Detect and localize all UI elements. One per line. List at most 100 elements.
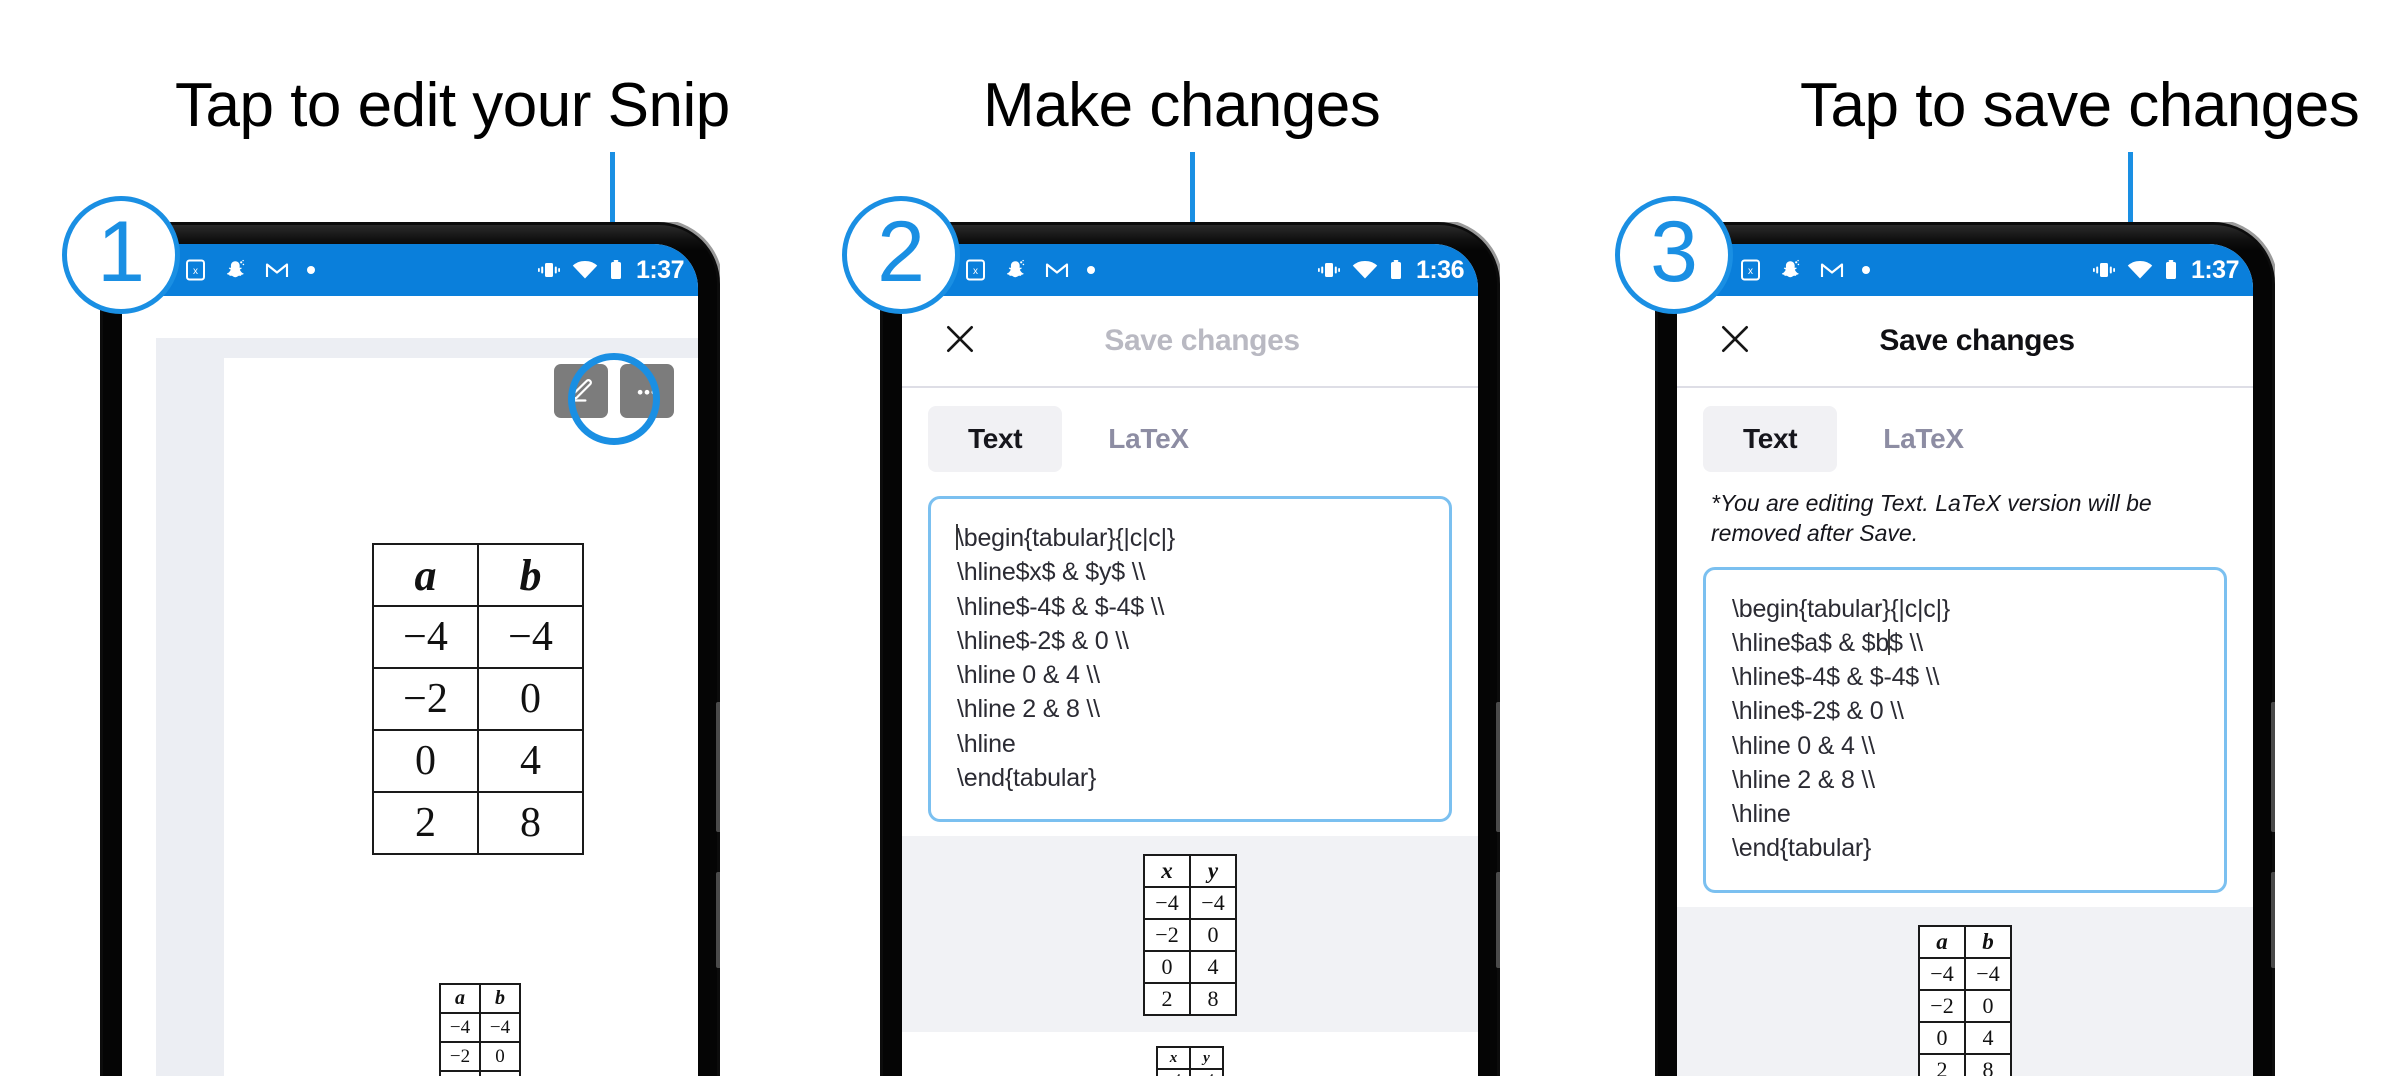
code-line-after-caret: $ \\ [1889, 628, 1924, 657]
save-changes-button-3[interactable]: Save changes [1755, 324, 2215, 358]
table-row: x y [1156, 1046, 1224, 1070]
editor-header-2: Save changes [902, 296, 1478, 388]
save-changes-button-2[interactable]: Save changes [980, 324, 1440, 358]
power-button-3[interactable] [2271, 702, 2275, 832]
step-number-1: 1 [97, 204, 145, 300]
power-button-1[interactable] [716, 702, 720, 832]
phone-mockup-3: x 1:37 Save changes Text LaTeX *You are … [1655, 222, 2275, 1076]
code-line: \hline [957, 729, 1016, 758]
power-button-2[interactable] [1496, 702, 1500, 832]
headline-step-3: Tap to save changes [1800, 71, 2360, 140]
gmail-icon [1820, 263, 1844, 277]
editor-tabs-3: Text LaTeX [1677, 388, 2253, 482]
table-row: −4 −4 [1143, 886, 1237, 920]
close-button-2[interactable] [940, 319, 980, 364]
table-row: 2 8 [1143, 982, 1237, 1016]
code-line: \begin{tabular}{|c|c|} [1732, 594, 1951, 623]
table-cell: −4 [439, 1012, 481, 1043]
table-header-cell: b [1964, 924, 2012, 959]
table-cell: −4 [1918, 956, 1966, 991]
battery-icon [1390, 260, 1401, 279]
table-cell: 4 [477, 729, 584, 793]
svg-text:x: x [193, 266, 198, 277]
pencil-icon [570, 379, 592, 402]
tab-text-2[interactable]: Text [928, 406, 1063, 472]
svg-text:x: x [1748, 266, 1753, 277]
phone-screen-3: x 1:37 Save changes Text LaTeX *You are … [1677, 244, 2253, 1076]
table-cell: 2 [372, 791, 479, 855]
status-bar-2: x 1:36 [902, 244, 1478, 296]
volume-button-1[interactable] [716, 872, 720, 968]
edit-pencil-button[interactable] [554, 364, 608, 418]
status-bar-3: x 1:37 [1677, 244, 2253, 296]
snapchat-icon [227, 259, 245, 278]
snip-secondary-table: a b −4 −4 −2 0 [439, 983, 521, 1076]
table-row: x y [1143, 854, 1237, 888]
latex-code-editor-2[interactable]: \begin{tabular}{|c|c|} \hline$x$ & $y$ \… [928, 496, 1452, 822]
table-cell: −2 [1918, 988, 1966, 1023]
volume-button-2[interactable] [1496, 872, 1500, 968]
table-cell: −4 [477, 605, 584, 669]
code-line: \hline$a$ & $b$ \\ [1732, 626, 2198, 660]
table-cell: −2 [1143, 918, 1191, 952]
sim-card-icon: x [966, 259, 985, 281]
snip-main-table: a b −4 −4 −2 0 0 4 2 8 [372, 543, 584, 855]
table-cell: 4 [1189, 950, 1237, 984]
phone-mockup-1: x 1:37 a b −4 −4 −2 0 0 4 2 8 a b −4 −4 … [100, 222, 720, 1076]
table-cell: −4 [1189, 1068, 1224, 1076]
table-row: 2 8 [1918, 1052, 2012, 1076]
snip-document-view: a b −4 −4 −2 0 0 4 2 8 a b −4 −4 −2 0 [122, 296, 698, 1076]
phone-mockup-2: x 1:36 Save changes Text LaTeX \begin{ta… [880, 222, 1500, 1076]
table-row: −2 0 [439, 1041, 521, 1072]
table-row: −2 0 [1143, 918, 1237, 952]
table-cell: 4 [1964, 1020, 2012, 1055]
snip-canvas: a b −4 −4 −2 0 0 4 2 8 a b −4 −4 −2 0 [156, 338, 698, 1076]
wifi-icon [1352, 261, 1378, 279]
volume-button-3[interactable] [2271, 872, 2275, 968]
table-cell: 8 [477, 791, 584, 855]
table-row: a b [439, 983, 521, 1014]
preview-table-2: x y −4 −4 −2 0 0 4 2 8 [1143, 854, 1237, 1016]
snip-toolbar [554, 364, 674, 418]
preview-area-small-2: x y −4 −4 −2 0 0 4 [902, 1032, 1478, 1076]
table-cell: 2 [1918, 1052, 1966, 1076]
editor-header-3: Save changes [1677, 296, 2253, 388]
code-line: \hline [1732, 800, 1791, 829]
gmail-icon [265, 263, 289, 277]
status-bar-1: x 1:37 [122, 244, 698, 296]
step-number-3: 3 [1650, 204, 1698, 300]
step-badge-1: 1 [62, 196, 180, 314]
table-row: −4 −4 [372, 605, 584, 669]
preview-area-2: x y −4 −4 −2 0 0 4 2 8 [902, 836, 1478, 1032]
table-cell: −4 [479, 1012, 521, 1043]
battery-icon [2165, 260, 2176, 279]
vibrate-icon [2092, 263, 2115, 277]
code-line-before-caret: \hline$a$ & $b [1732, 628, 1890, 657]
preview-table-3: a b −4 −4 −2 0 0 4 2 8 [1918, 924, 2012, 1076]
table-cell: 0 [477, 667, 584, 731]
tab-latex-3[interactable]: LaTeX [1843, 406, 2003, 472]
more-options-button[interactable] [620, 364, 674, 418]
table-row: 0 4 [1143, 950, 1237, 984]
table-header-cell: y [1189, 1046, 1224, 1070]
table-row: a b [1918, 924, 2012, 959]
vibrate-icon [537, 263, 560, 277]
status-bar-time-2: 1:36 [1415, 255, 1465, 284]
code-line: \hline 2 & 8 \\ [957, 695, 1100, 724]
close-button-3[interactable] [1715, 319, 1755, 364]
sim-card-icon: x [186, 259, 205, 281]
table-header-cell: a [1918, 924, 1966, 959]
table-cell: 8 [1964, 1052, 2012, 1076]
table-header-cell: a [439, 983, 481, 1014]
latex-code-editor-3[interactable]: \begin{tabular}{|c|c|} \hline$a$ & $b$ \… [1703, 566, 2227, 893]
code-line: \end{tabular} [1732, 834, 1872, 863]
code-line: \hline$-4$ & $-4$ \\ [1732, 663, 1940, 692]
sim-card-icon: x [1741, 259, 1760, 281]
tab-text-3[interactable]: Text [1703, 406, 1838, 472]
tab-latex-2[interactable]: LaTeX [1068, 406, 1228, 472]
table-header-cell: b [477, 543, 584, 607]
code-line: \hline 0 & 4 \\ [957, 661, 1100, 689]
table-row: −4 −4 [439, 1012, 521, 1043]
status-bar-time-1: 1:37 [635, 255, 685, 284]
table-header-cell: x [1143, 854, 1191, 888]
